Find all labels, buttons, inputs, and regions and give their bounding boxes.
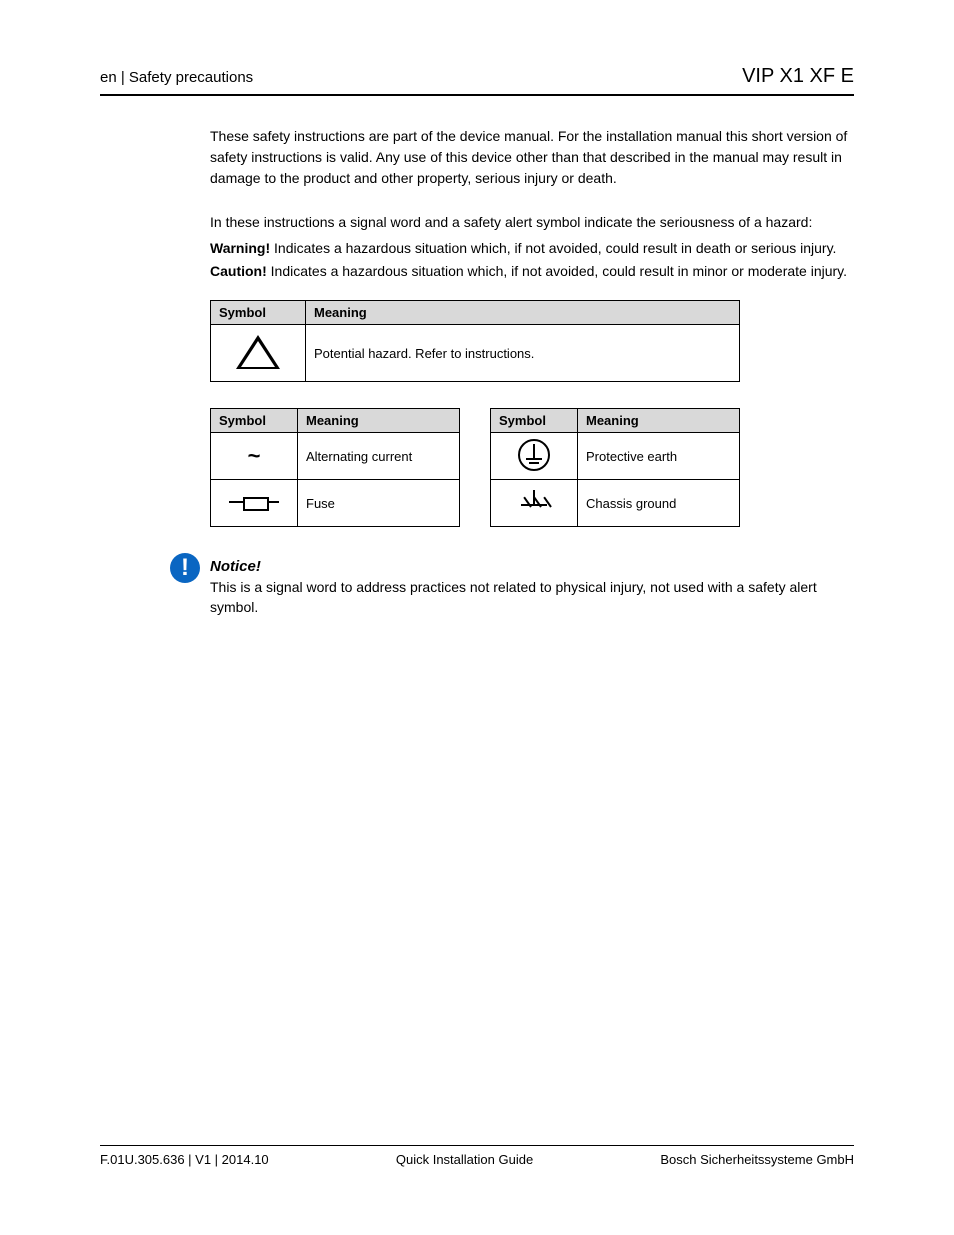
fuse-icon — [211, 480, 298, 527]
ac-meaning: Alternating current — [298, 433, 460, 480]
notice-text: Notice! This is a signal word to address… — [210, 558, 854, 618]
notice-block: ! Notice! This is a signal word to addre… — [170, 553, 854, 618]
chg-meaning: Chassis ground — [578, 480, 740, 527]
table-row: ~ Alternating current — [211, 433, 460, 480]
chassis-ground-icon — [491, 480, 578, 527]
table-header-row: Symbol Meaning — [211, 409, 460, 433]
footer-right: Bosch Sicherheitssysteme GmbH — [660, 1152, 854, 1167]
footer-center: Quick Installation Guide — [396, 1152, 533, 1167]
pe-meaning: Protective earth — [578, 433, 740, 480]
symbol-table-right: Symbol Meaning Protective earth Chassis … — [490, 408, 740, 527]
page-header: en | Safety precautions VIP X1 XF E — [100, 65, 854, 96]
symbol-tables-row: Symbol Meaning ~ Alternating current Fus… — [210, 408, 854, 527]
notice-body: This is a signal word to address practic… — [210, 577, 854, 618]
col-symbol: Symbol — [491, 409, 578, 433]
warning-desc: Indicates a hazardous situation which, i… — [274, 240, 836, 256]
page: en | Safety precautions VIP X1 XF E Thes… — [0, 0, 954, 1235]
table-header-row: Symbol Meaning — [211, 301, 740, 325]
signal-caution-line: Caution! Indicates a hazardous situation… — [210, 260, 854, 282]
table-row: Protective earth — [491, 433, 740, 480]
caution-desc: Indicates a hazardous situation which, i… — [271, 263, 847, 279]
footer-left: F.01U.305.636 | V1 | 2014.10 — [100, 1152, 269, 1167]
col-symbol: Symbol — [211, 301, 306, 325]
hazard-meaning: Potential hazard. Refer to instructions. — [306, 325, 740, 382]
protective-earth-icon — [491, 433, 578, 480]
body: These safety instructions are part of th… — [210, 126, 854, 618]
symbol-meaning-table: Symbol Meaning Potential hazard. Refer t… — [210, 300, 740, 382]
col-meaning: Meaning — [298, 409, 460, 433]
header-left: en | Safety precautions — [100, 69, 253, 86]
notice-title: Notice! — [210, 558, 854, 575]
symbol-table-left: Symbol Meaning ~ Alternating current Fus… — [210, 408, 460, 527]
notice-icon: ! — [170, 553, 200, 583]
table-row: Fuse — [211, 480, 460, 527]
col-meaning: Meaning — [578, 409, 740, 433]
col-meaning: Meaning — [306, 301, 740, 325]
hazard-triangle-icon — [211, 325, 306, 382]
col-symbol: Symbol — [211, 409, 298, 433]
signal-words: In these instructions a signal word and … — [210, 211, 854, 282]
warning-label: Warning! — [210, 240, 270, 256]
ac-icon: ~ — [211, 433, 298, 480]
signal-lead: In these instructions a signal word and … — [210, 211, 854, 233]
table-row: Chassis ground — [491, 480, 740, 527]
fuse-meaning: Fuse — [298, 480, 460, 527]
intro-paragraph: These safety instructions are part of th… — [210, 126, 854, 189]
table-header-row: Symbol Meaning — [491, 409, 740, 433]
caution-label: Caution! — [210, 263, 267, 279]
page-footer: F.01U.305.636 | V1 | 2014.10 Quick Insta… — [100, 1145, 854, 1167]
table-row: Potential hazard. Refer to instructions. — [211, 325, 740, 382]
header-right: VIP X1 XF E — [742, 65, 854, 88]
signal-warning-line: Warning! Indicates a hazardous situation… — [210, 237, 854, 259]
